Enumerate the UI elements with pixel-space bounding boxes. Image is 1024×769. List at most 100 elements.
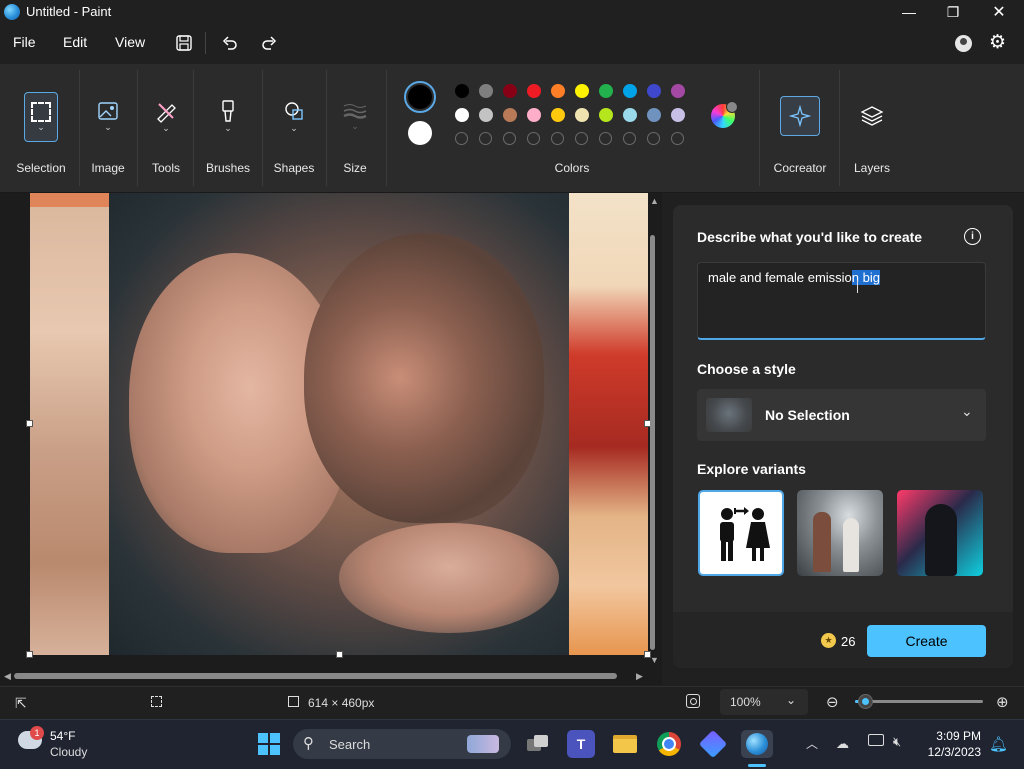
maximize-button[interactable]: ❐ — [930, 0, 976, 24]
chrome-button[interactable] — [655, 730, 683, 758]
info-button[interactable]: i — [964, 228, 981, 245]
zoom-in-button[interactable]: ⊕ — [996, 693, 1009, 711]
palette-custom-slot[interactable] — [575, 132, 588, 145]
visual-studio-button[interactable] — [698, 729, 728, 759]
fit-to-window-button[interactable] — [686, 694, 700, 708]
task-view-button[interactable] — [524, 730, 552, 758]
variant-1[interactable] — [698, 490, 784, 576]
resize-handle[interactable] — [26, 420, 33, 427]
minimize-button[interactable]: — — [886, 0, 932, 24]
account-avatar[interactable] — [955, 35, 972, 52]
save-button[interactable] — [170, 30, 198, 56]
palette-swatch[interactable] — [575, 84, 589, 98]
palette-custom-slot[interactable] — [551, 132, 564, 145]
palette-custom-slot[interactable] — [479, 132, 492, 145]
scroll-right-arrow-icon[interactable]: ▶ — [636, 671, 643, 682]
image-tool-button[interactable]: ⌄ — [94, 94, 122, 138]
zoom-out-button[interactable]: ⊖ — [826, 693, 839, 711]
palette-swatch[interactable] — [647, 108, 661, 122]
notification-bell-icon[interactable]: 🔔︎ — [989, 735, 1008, 753]
palette-swatch[interactable] — [623, 84, 637, 98]
palette-swatch[interactable] — [671, 108, 685, 122]
palette-custom-slot[interactable] — [455, 132, 468, 145]
color-palette — [455, 84, 695, 150]
undo-icon — [222, 36, 237, 50]
teams-button[interactable]: T — [567, 730, 595, 758]
zoom-slider[interactable] — [855, 694, 983, 709]
palette-custom-slot[interactable] — [527, 132, 540, 145]
layers-button[interactable] — [858, 100, 886, 132]
scroll-up-arrow-icon[interactable]: ▲ — [650, 196, 659, 206]
palette-swatch[interactable] — [551, 84, 565, 98]
clock-time[interactable]: 3:09 PM — [931, 729, 981, 743]
variant-3[interactable] — [897, 490, 983, 576]
menu-file[interactable]: File — [13, 34, 36, 50]
taskbar-search[interactable]: ⚲ Search — [293, 729, 511, 759]
resize-handle[interactable] — [336, 651, 343, 658]
resize-handle[interactable] — [26, 651, 33, 658]
ribbon-separator — [759, 70, 760, 186]
selection-tool-button[interactable]: ⌄ — [24, 92, 58, 142]
palette-swatch[interactable] — [551, 108, 565, 122]
window-title: Untitled - Paint — [26, 4, 112, 19]
palette-swatch[interactable] — [575, 108, 589, 122]
shapes-button[interactable]: ⌄ — [280, 94, 308, 138]
edit-colors-button[interactable] — [711, 101, 738, 128]
scroll-left-arrow-icon[interactable]: ◀ — [4, 671, 11, 682]
create-button[interactable]: Create — [867, 625, 986, 657]
close-button[interactable]: ✕ — [976, 0, 1022, 24]
color-2-swatch[interactable] — [408, 121, 432, 145]
palette-swatch[interactable] — [623, 108, 637, 122]
drawing-canvas[interactable] — [30, 193, 648, 655]
variants-heading: Explore variants — [697, 461, 806, 477]
show-hidden-icons-button[interactable]: ︿ — [806, 735, 818, 752]
weather-desc: Cloudy — [50, 745, 88, 759]
variant-2[interactable] — [797, 490, 883, 576]
chevron-down-icon: ⌄ — [351, 120, 359, 131]
network-icon[interactable] — [868, 734, 884, 746]
horizontal-scrollbar[interactable] — [14, 673, 617, 679]
palette-swatch[interactable] — [479, 84, 493, 98]
undo-button[interactable] — [216, 30, 244, 56]
scroll-down-arrow-icon[interactable]: ▼ — [650, 655, 659, 665]
redo-button[interactable] — [255, 30, 283, 56]
paint-icon — [746, 733, 768, 755]
palette-custom-slot[interactable] — [503, 132, 516, 145]
zoom-dropdown[interactable]: 100% ⌄ — [720, 689, 808, 715]
palette-custom-slot[interactable] — [647, 132, 660, 145]
palette-swatch[interactable] — [503, 108, 517, 122]
size-button[interactable]: ⌄ — [340, 94, 370, 138]
palette-swatch[interactable] — [599, 108, 613, 122]
palette-swatch[interactable] — [479, 108, 493, 122]
cocreator-button[interactable] — [780, 96, 820, 136]
palette-swatch[interactable] — [455, 84, 469, 98]
gear-icon: ⚙ — [989, 32, 1007, 53]
palette-custom-slot[interactable] — [671, 132, 684, 145]
clock-date[interactable]: 12/3/2023 — [921, 745, 981, 759]
palette-swatch[interactable] — [527, 108, 541, 122]
palette-swatch[interactable] — [671, 84, 685, 98]
style-dropdown[interactable]: No Selection ⌄ — [697, 389, 986, 441]
brushes-button[interactable]: ⌄ — [214, 94, 242, 138]
volume-muted-icon[interactable]: 🔇︎ — [893, 734, 901, 750]
palette-swatch[interactable] — [455, 108, 469, 122]
active-app-indicator — [748, 764, 766, 767]
palette-swatch[interactable] — [527, 84, 541, 98]
start-button[interactable] — [255, 730, 283, 758]
paint-taskbar-button[interactable] — [741, 730, 773, 758]
menu-view[interactable]: View — [115, 34, 145, 50]
palette-swatch[interactable] — [599, 84, 613, 98]
layers-icon — [860, 106, 884, 126]
palette-custom-slot[interactable] — [599, 132, 612, 145]
onedrive-cloud-icon[interactable]: ☁ — [836, 736, 849, 752]
palette-swatch[interactable] — [647, 84, 661, 98]
file-explorer-button[interactable] — [611, 730, 639, 758]
tools-button[interactable]: ⌄ — [152, 94, 180, 138]
color-1-selector[interactable] — [404, 81, 436, 113]
palette-custom-slot[interactable] — [623, 132, 636, 145]
vertical-scrollbar[interactable] — [650, 235, 655, 650]
menu-edit[interactable]: Edit — [63, 34, 87, 50]
palette-swatch[interactable] — [503, 84, 517, 98]
selection-rectangle-icon — [31, 101, 51, 122]
settings-button[interactable]: ⚙ — [989, 31, 1006, 54]
